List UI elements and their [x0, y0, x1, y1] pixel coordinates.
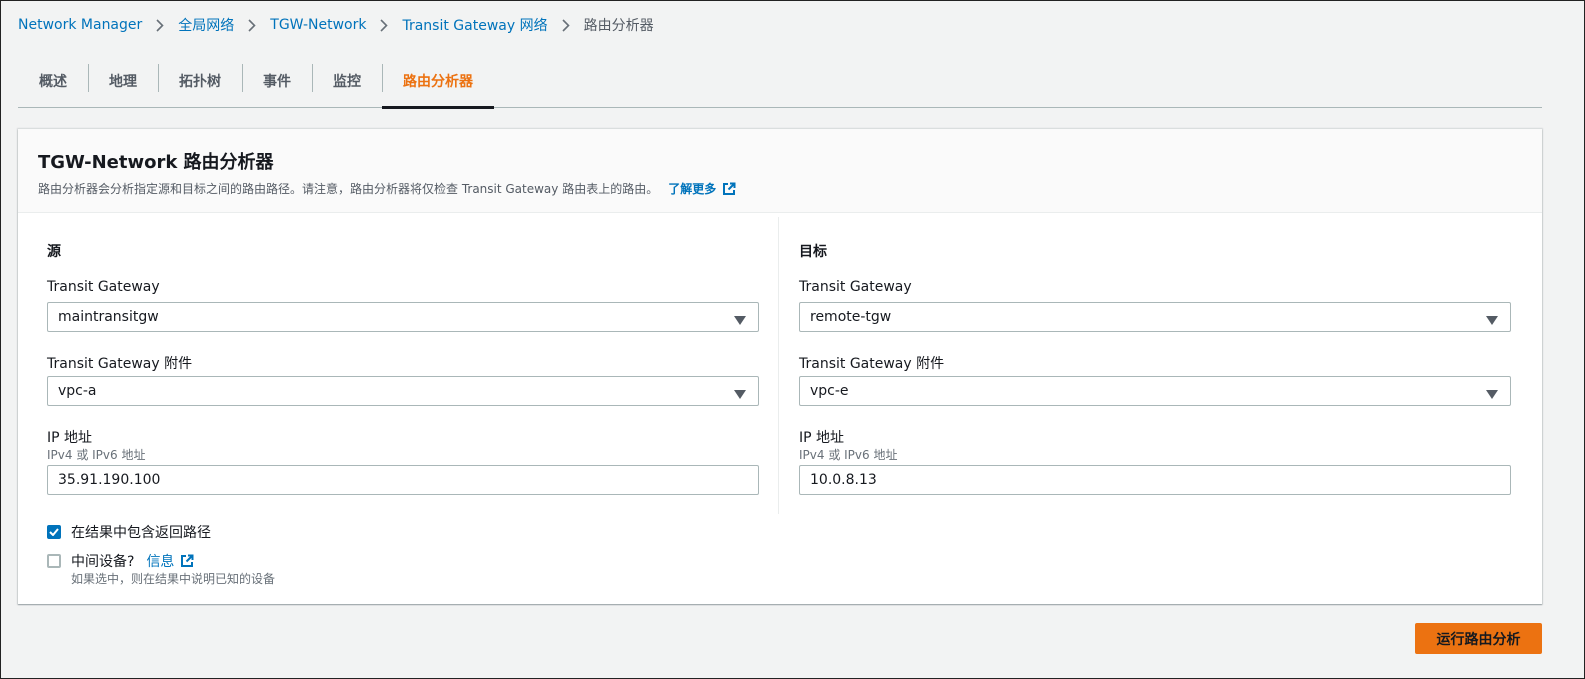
route-analyzer-panel: TGW-Network 路由分析器 路由分析器会分析指定源和目标之间的路由路径。…: [18, 129, 1542, 604]
breadcrumb-global-network[interactable]: 全局网络: [178, 15, 234, 35]
panel-description-row: 路由分析器会分析指定源和目标之间的路由路径。请注意，路由分析器将仅检查 Tran…: [38, 180, 1522, 197]
middlebox-description: 如果选中，则在结果中说明已知的设备: [71, 572, 276, 586]
source-ip-label: IP 地址: [47, 430, 93, 446]
tab-overview[interactable]: 概述: [18, 55, 88, 107]
panel-description: 路由分析器会分析指定源和目标之间的路由路径。请注意，路由分析器将仅检查 Tran…: [38, 182, 659, 196]
tab-geographic[interactable]: 地理: [88, 55, 158, 107]
source-ip-hint: IPv4 或 IPv6 地址: [47, 448, 146, 462]
source-ip-input[interactable]: [47, 465, 759, 495]
breadcrumb-route-analyzer: 路由分析器: [583, 18, 654, 34]
destination-tgw-select[interactable]: remote-tgw: [799, 302, 1511, 332]
caret-down-icon: [1486, 387, 1498, 403]
learn-more-link[interactable]: 了解更多: [668, 180, 736, 197]
return-path-label: 在结果中包含返回路径: [71, 525, 211, 541]
info-link[interactable]: 信息: [146, 551, 194, 571]
destination-attachment-value: vpc-e: [810, 383, 849, 399]
caret-down-icon: [734, 387, 746, 403]
breadcrumb: Network Manager 全局网络 TGW-Network Transit…: [18, 15, 654, 35]
source-tgw-label: Transit Gateway: [47, 279, 160, 295]
learn-more-label: 了解更多: [668, 182, 717, 196]
middlebox-option[interactable]: 中间设备? 信息: [47, 551, 194, 571]
return-path-checkbox[interactable]: [47, 525, 61, 539]
destination-ip-hint: IPv4 或 IPv6 地址: [799, 448, 898, 462]
breadcrumb-transit-gateway-network[interactable]: Transit Gateway 网络: [402, 15, 547, 35]
source-title: 源: [47, 244, 61, 260]
external-link-icon: [722, 182, 736, 196]
panel-header: TGW-Network 路由分析器 路由分析器会分析指定源和目标之间的路由路径。…: [18, 129, 1542, 213]
caret-down-icon: [1486, 313, 1498, 329]
column-divider: [778, 217, 779, 514]
middlebox-label: 中间设备?: [71, 554, 135, 570]
caret-down-icon: [734, 313, 746, 329]
destination-tgw-label: Transit Gateway: [799, 279, 912, 295]
middlebox-checkbox[interactable]: [47, 554, 61, 568]
tab-events[interactable]: 事件: [242, 55, 312, 107]
info-label: 信息: [146, 554, 175, 570]
chevron-right-icon: [380, 18, 389, 32]
source-attachment-label: Transit Gateway 附件: [47, 356, 193, 372]
destination-attachment-select[interactable]: vpc-e: [799, 376, 1511, 406]
tab-topology-tree[interactable]: 拓扑树: [158, 55, 242, 107]
tab-bar: 概述 地理 拓扑树 事件 监控 路由分析器: [18, 55, 1542, 109]
external-link-icon: [180, 554, 194, 568]
tab-route-analyzer[interactable]: 路由分析器: [382, 55, 494, 109]
destination-title: 目标: [799, 244, 827, 260]
destination-tgw-value: remote-tgw: [810, 309, 892, 325]
return-path-option[interactable]: 在结果中包含返回路径: [47, 522, 211, 542]
chevron-right-icon: [156, 18, 164, 32]
destination-ip-label: IP 地址: [799, 430, 845, 446]
destination-ip-input[interactable]: [799, 465, 1511, 495]
source-tgw-value: maintransitgw: [58, 309, 159, 325]
chevron-right-icon: [562, 18, 570, 32]
run-route-analysis-button[interactable]: 运行路由分析: [1415, 623, 1542, 654]
breadcrumb-tgw-network[interactable]: TGW-Network: [270, 17, 366, 33]
source-attachment-select[interactable]: vpc-a: [47, 376, 759, 406]
source-tgw-select[interactable]: maintransitgw: [47, 302, 759, 332]
panel-title: TGW-Network 路由分析器: [38, 152, 274, 173]
tab-monitoring[interactable]: 监控: [312, 55, 382, 107]
destination-attachment-label: Transit Gateway 附件: [799, 356, 945, 372]
source-attachment-value: vpc-a: [58, 383, 97, 399]
chevron-right-icon: [248, 18, 256, 32]
checkmark-icon: [49, 528, 59, 536]
breadcrumb-network-manager[interactable]: Network Manager: [18, 17, 142, 33]
